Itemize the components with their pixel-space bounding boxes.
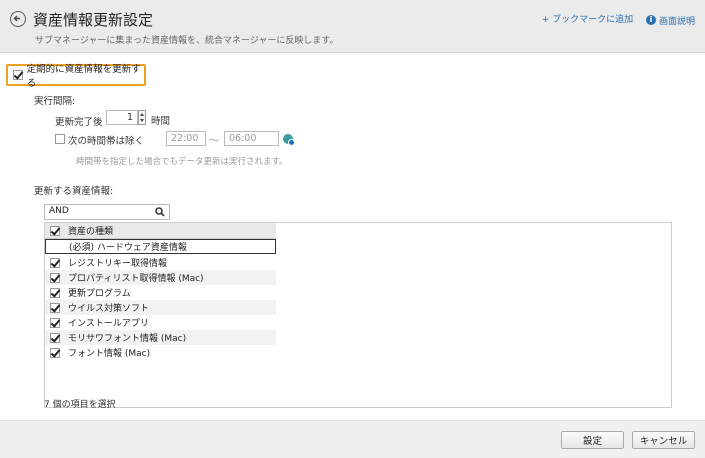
range-separator: 〜 <box>209 136 219 147</box>
list-item[interactable]: レジストリキー取得情報 <box>45 255 276 270</box>
list-header-row[interactable]: 資産の種類 <box>45 223 276 239</box>
list-item-checkbox[interactable] <box>50 347 60 358</box>
exclude-time-label: 次の時間帯は除く <box>68 136 145 147</box>
list-item-checkbox[interactable] <box>50 272 60 283</box>
back-button[interactable] <box>10 11 26 27</box>
help-link[interactable]: i 画面説明 <box>645 14 695 27</box>
list-item[interactable]: (必須) ハードウェア資産情報 <box>45 239 276 254</box>
cancel-button[interactable]: キャンセル <box>632 431 695 449</box>
help-link-label: 画面説明 <box>658 16 695 27</box>
assets-heading: 更新する資産情報: <box>34 186 114 197</box>
list-item-checkbox[interactable] <box>50 257 60 268</box>
list-item[interactable]: フォント情報 (Mac) <box>45 345 276 360</box>
list-item[interactable]: インストールアプリ <box>45 315 276 330</box>
periodic-update-option[interactable]: 定期的に資産情報を更新する <box>6 64 146 89</box>
list-item-checkbox[interactable] <box>50 287 60 298</box>
page-header: 資産情報更新設定 サブマネージャーに集まった資産情報を、統合マネージャーに反映し… <box>0 0 705 53</box>
stepper-up-icon <box>140 113 144 116</box>
page-subtitle: サブマネージャーに集まった資産情報を、統合マネージャーに反映します。 <box>35 36 339 46</box>
list-item-checkbox[interactable] <box>50 332 60 343</box>
select-all-checkbox[interactable] <box>50 225 60 236</box>
list-item-label: フォント情報 (Mac) <box>68 349 151 359</box>
list-item-checkbox[interactable] <box>50 302 60 313</box>
list-item-label: 更新プログラム <box>68 289 131 299</box>
dialog-footer: 設定 キャンセル <box>0 420 705 458</box>
hours-input[interactable]: 1 <box>106 110 138 125</box>
timezone-icon[interactable] <box>283 134 295 146</box>
list-item-label: インストールアプリ <box>68 319 149 329</box>
search-value: AND <box>49 206 69 216</box>
settings-panel: 定期的に資産情報を更新する 実行間隔: 更新完了後 1 時間 次の時間帯は除く … <box>0 53 705 420</box>
selected-count: 7 個の項目を選択 <box>44 400 116 410</box>
hours-unit-label: 時間 <box>151 116 171 127</box>
list-item[interactable]: モリサワフォント情報 (Mac) <box>45 330 276 345</box>
list-item-label: モリサワフォント情報 (Mac) <box>68 334 187 344</box>
hours-stepper[interactable] <box>138 110 146 125</box>
list-item-label: レジストリキー取得情報 <box>68 259 168 269</box>
list-item-label: (必須) ハードウェア資産情報 <box>69 243 187 253</box>
exclude-from-input[interactable]: 22:00 <box>166 131 206 146</box>
after-update-label: 更新完了後 <box>55 117 103 128</box>
exclude-time-checkbox[interactable] <box>55 134 65 144</box>
asset-search-input[interactable]: AND <box>44 204 170 220</box>
asset-type-list: 資産の種類 (必須) ハードウェア資産情報 レジストリキー取得情報 プロパティリ… <box>44 222 672 408</box>
list-item[interactable]: ウイルス対策ソフト <box>45 300 276 315</box>
exclude-to-input[interactable]: 06:00 <box>224 131 279 146</box>
list-item[interactable]: 更新プログラム <box>45 285 276 300</box>
bookmark-link[interactable]: + ブックマークに追加 <box>542 12 633 25</box>
list-item[interactable]: プロパティリスト取得情報 (Mac) <box>45 270 276 285</box>
interval-heading: 実行間隔: <box>34 96 76 107</box>
search-icon[interactable] <box>155 207 165 217</box>
exclude-note: 時間帯を指定した場合でもデータ更新は実行されます。 <box>76 157 288 167</box>
list-item-checkbox[interactable] <box>50 317 60 328</box>
periodic-update-checkbox[interactable] <box>13 70 23 80</box>
column-header: 資産の種類 <box>68 227 114 237</box>
list-item-label: プロパティリスト取得情報 (Mac) <box>68 274 204 284</box>
info-icon: i <box>645 15 656 25</box>
ok-button[interactable]: 設定 <box>561 431 624 449</box>
page-title: 資産情報更新設定 <box>33 11 154 29</box>
periodic-update-label: 定期的に資産情報を更新する <box>26 64 141 89</box>
arrow-left-icon <box>13 15 20 22</box>
list-item-label: ウイルス対策ソフト <box>68 304 150 314</box>
stepper-down-icon <box>140 119 144 122</box>
